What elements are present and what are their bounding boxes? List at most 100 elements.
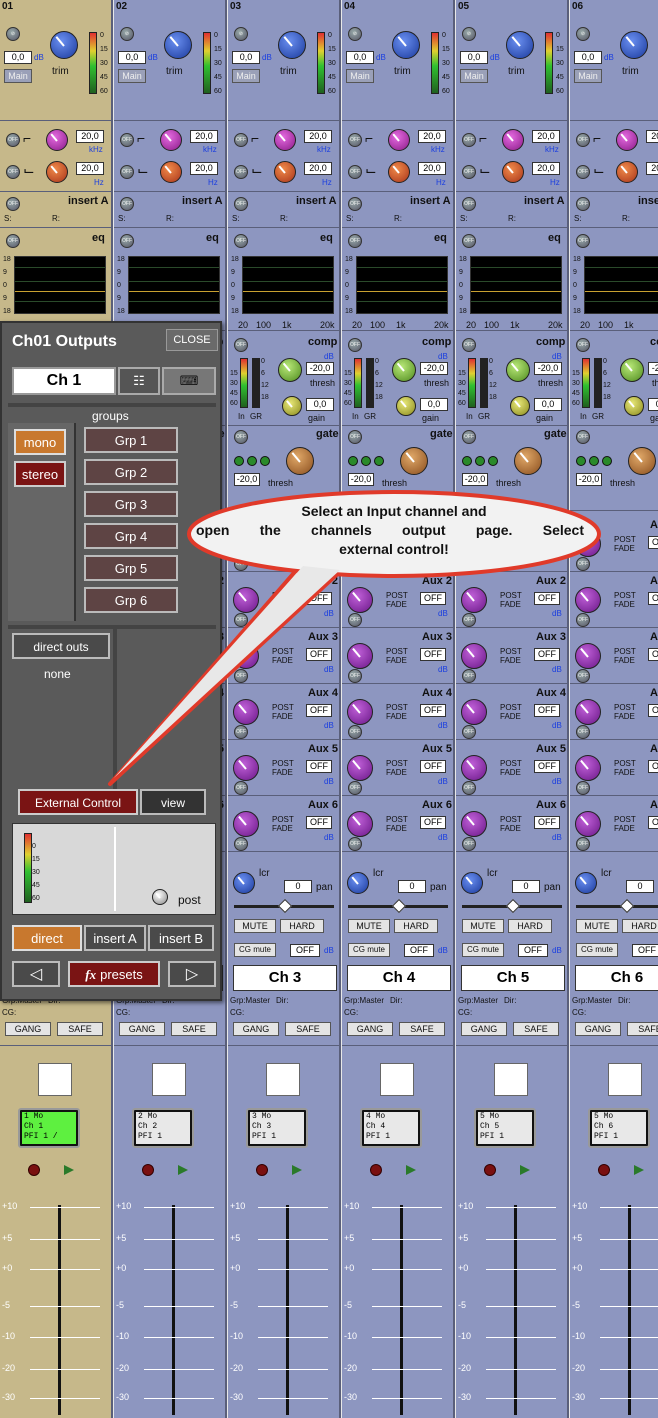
direct-tab[interactable]: direct (12, 925, 82, 951)
safe-button[interactable]: SAFE (285, 1022, 331, 1036)
comp-off-button[interactable]: OFF (234, 338, 248, 352)
aux-off-button[interactable]: OFF (462, 725, 476, 739)
trim-knob[interactable] (620, 31, 648, 59)
aux-knob[interactable] (461, 587, 487, 613)
hpf-off-button[interactable]: OFF (6, 133, 20, 147)
aux-value[interactable]: OFF (420, 704, 446, 717)
insert-b-tab[interactable]: insert B (148, 925, 214, 951)
gate-knob[interactable] (628, 447, 656, 475)
safe-button[interactable]: SAFE (57, 1022, 103, 1036)
group-button-6[interactable]: Grp 6 (84, 587, 178, 613)
select-button[interactable] (380, 1063, 414, 1096)
channel-name[interactable]: Ch 4 (347, 965, 451, 991)
gate-value[interactable]: -20,0 (462, 473, 488, 486)
cg-value[interactable]: OFF (290, 944, 320, 957)
lpf-knob[interactable] (160, 161, 182, 183)
lpf-off-button[interactable]: OFF (576, 165, 590, 179)
insert-off-button[interactable]: OFF (576, 197, 590, 211)
group-button-3[interactable]: Grp 3 (84, 491, 178, 517)
aux-value[interactable]: OFF (534, 760, 560, 773)
gate-off-button[interactable]: OFF (576, 430, 590, 444)
pan-value[interactable]: 0 (626, 880, 654, 893)
gain-knob[interactable] (396, 396, 416, 416)
lpf-knob[interactable] (274, 161, 296, 183)
main-button[interactable]: Main (574, 69, 602, 83)
gate-knob[interactable] (286, 447, 314, 475)
mono-button[interactable]: mono (14, 429, 66, 455)
post-toggle[interactable] (152, 889, 168, 905)
aux-off-button[interactable]: OFF (234, 725, 248, 739)
fader-track[interactable] (514, 1205, 517, 1415)
lpf-value[interactable]: 20,0 (190, 162, 218, 175)
aux-value[interactable]: OFF (420, 816, 446, 829)
hpf-value[interactable]: 20,0 (532, 130, 560, 143)
aux-knob[interactable] (575, 643, 601, 669)
main-button[interactable]: Main (460, 69, 488, 83)
aux-value[interactable]: OFF (306, 760, 332, 773)
hpf-knob[interactable] (502, 129, 524, 151)
gang-button[interactable]: GANG (461, 1022, 507, 1036)
eq-graph[interactable] (584, 256, 658, 314)
thresh-value[interactable]: -20,0 (420, 362, 448, 375)
cg-mute-button[interactable]: CG mute (576, 943, 618, 957)
play-button[interactable] (64, 1165, 74, 1175)
gate-value[interactable]: -20,0 (576, 473, 602, 486)
pan-slider-handle[interactable] (391, 898, 407, 914)
lpf-value[interactable]: 20,0 (646, 162, 658, 175)
lpf-off-button[interactable]: OFF (462, 165, 476, 179)
select-button[interactable] (152, 1063, 186, 1096)
eq-graph[interactable] (470, 256, 562, 314)
list-view-icon[interactable]: ☷ (118, 367, 160, 395)
aux-value[interactable]: OFF (648, 648, 658, 661)
gain-value[interactable]: 0,0 (460, 51, 488, 64)
prev-arrow-icon[interactable]: ◁ (12, 961, 60, 987)
gate-value[interactable]: -20,0 (348, 473, 374, 486)
eq-graph[interactable] (356, 256, 448, 314)
gain-value-comp[interactable]: 0,0 (648, 398, 658, 411)
aux-off-button[interactable]: OFF (576, 613, 590, 627)
thresh-knob[interactable] (506, 358, 530, 382)
aux-knob[interactable] (233, 699, 259, 725)
trim-knob[interactable] (506, 31, 534, 59)
aux-value[interactable]: OFF (648, 592, 658, 605)
channel-name[interactable]: Ch 3 (233, 965, 337, 991)
main-button[interactable]: Main (4, 69, 32, 83)
fader-track[interactable] (400, 1205, 403, 1415)
group-button-2[interactable]: Grp 2 (84, 459, 178, 485)
aux-knob[interactable] (461, 643, 487, 669)
phase-button[interactable]: ⊘ (462, 27, 476, 41)
play-button[interactable] (292, 1165, 302, 1175)
eq-off-button[interactable]: OFF (120, 234, 134, 248)
hpf-value[interactable]: 20,0 (646, 130, 658, 143)
insert-off-button[interactable]: OFF (462, 197, 476, 211)
phase-button[interactable]: ⊘ (576, 27, 590, 41)
aux-off-button[interactable]: OFF (234, 837, 248, 851)
next-arrow-icon[interactable]: ▷ (168, 961, 216, 987)
hpf-knob[interactable] (274, 129, 296, 151)
main-button[interactable]: Main (118, 69, 146, 83)
aux-value[interactable]: OFF (648, 536, 658, 549)
aux-value[interactable]: OFF (306, 704, 332, 717)
aux-knob[interactable] (575, 755, 601, 781)
record-button[interactable] (598, 1164, 610, 1176)
hpf-off-button[interactable]: OFF (120, 133, 134, 147)
hard-button[interactable]: HARD (508, 919, 552, 933)
aux-knob[interactable] (575, 811, 601, 837)
trim-knob[interactable] (278, 31, 306, 59)
aux-off-button[interactable]: OFF (576, 669, 590, 683)
record-button[interactable] (142, 1164, 154, 1176)
close-button[interactable]: CLOSE (166, 329, 218, 351)
gang-button[interactable]: GANG (347, 1022, 393, 1036)
gate-knob[interactable] (400, 447, 428, 475)
select-button[interactable] (608, 1063, 642, 1096)
lpf-value[interactable]: 20,0 (418, 162, 446, 175)
mute-button[interactable]: MUTE (348, 919, 390, 933)
eq-graph[interactable] (14, 256, 106, 314)
pan-value[interactable]: 0 (398, 880, 426, 893)
phase-button[interactable]: ⊘ (348, 27, 362, 41)
pan-knob[interactable] (347, 872, 369, 894)
pan-value[interactable]: 0 (512, 880, 540, 893)
cg-value[interactable]: OFF (518, 944, 548, 957)
aux-value[interactable]: OFF (306, 816, 332, 829)
gate-knob[interactable] (514, 447, 542, 475)
